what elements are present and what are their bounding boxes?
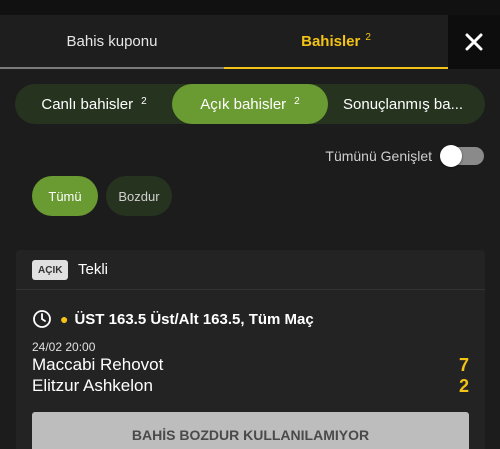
cashout-button-label: BAHİS BOZDUR KULLANILAMIYOR — [131, 427, 370, 443]
team-row-home: Maccabi Rehovot 7 — [32, 354, 469, 376]
expand-all-label: Tümünü Genişlet — [325, 148, 432, 164]
bet-status-segments: Canlı bahisler 2 Açık bahisler 2 Sonuçla… — [15, 84, 485, 124]
segment-settled-bets[interactable]: Sonuçlanmış ba... — [331, 84, 485, 124]
clock-icon — [33, 310, 51, 328]
filter-cashout-label: Bozdur — [118, 188, 160, 204]
status-strip — [0, 0, 500, 15]
segment-open-bets-label: Açık bahisler — [200, 95, 287, 113]
home-team-score: 7 — [458, 354, 469, 375]
tab-my-bets[interactable]: Bahisler 2 — [224, 15, 448, 69]
segment-settled-bets-label: Sonuçlanmış ba... — [343, 95, 464, 113]
home-team-name: Maccabi Rehovot — [32, 355, 164, 374]
toggle-knob — [440, 145, 462, 167]
segment-live-bets-count: 2 — [141, 95, 147, 107]
tab-my-bets-label: Bahisler — [301, 32, 361, 50]
segment-live-bets-label: Canlı bahisler — [41, 95, 134, 113]
market-row: ● ÜST 163.5 Üst/Alt 163.5, Tüm Maç — [32, 308, 314, 330]
selection-dot: ● — [60, 311, 69, 327]
status-badge: AÇIK — [32, 260, 69, 280]
away-team-score: 2 — [458, 375, 469, 396]
tab-bet-slip-label: Bahis kuponu — [66, 32, 158, 50]
expand-all-toggle[interactable] — [440, 145, 484, 167]
expand-all-row: Tümünü Genişlet — [325, 145, 484, 167]
segment-open-bets-count: 2 — [294, 95, 300, 107]
close-button[interactable] — [448, 15, 500, 69]
segment-open-bets[interactable]: Açık bahisler 2 — [172, 84, 328, 124]
event-datetime: 24/02 20:00 — [32, 340, 96, 354]
header-tabs: Bahis kuponu Bahisler 2 — [0, 15, 500, 69]
filter-all-label: Tümü — [48, 188, 82, 204]
bet-card-header: AÇIK Tekli — [16, 250, 485, 290]
tab-bet-slip[interactable]: Bahis kuponu — [0, 15, 224, 69]
cashout-button[interactable]: BAHİS BOZDUR KULLANILAMIYOR — [32, 412, 469, 449]
segment-live-bets[interactable]: Canlı bahisler 2 — [15, 84, 173, 124]
close-icon — [465, 33, 483, 51]
team-row-away: Elitzur Ashkelon 2 — [32, 375, 469, 397]
filter-all-chip[interactable]: Tümü — [32, 176, 98, 216]
bet-card[interactable]: AÇIK Tekli ● ÜST 163.5 Üst/Alt 163.5, Tü… — [16, 250, 485, 449]
market-label: ÜST 163.5 Üst/Alt 163.5, Tüm Maç — [74, 310, 314, 328]
tab-my-bets-count: 2 — [365, 31, 371, 43]
away-team-name: Elitzur Ashkelon — [32, 376, 153, 395]
bet-type: Tekli — [78, 261, 109, 278]
filter-cashout-chip[interactable]: Bozdur — [106, 176, 172, 216]
